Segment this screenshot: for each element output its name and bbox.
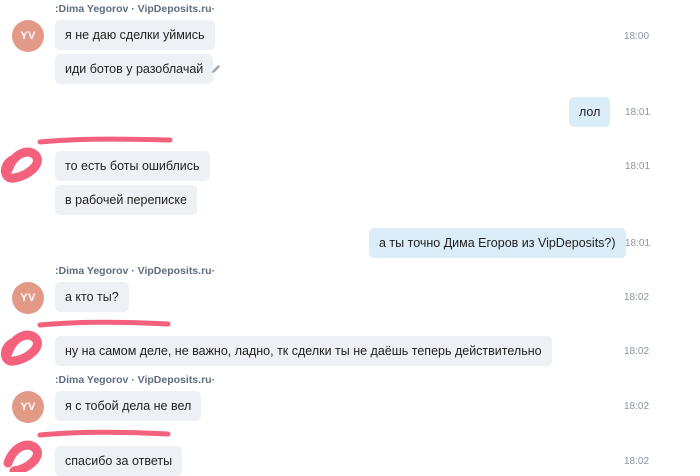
message-time: 18:01 (625, 107, 651, 118)
message-bubble-outgoing: а ты точно Дима Егоров из VipDeposits?) (369, 228, 626, 258)
message-time: 18:02 (624, 292, 650, 303)
message-time: 18:02 (624, 456, 650, 467)
message-bubble: иди ботов у разоблачай (55, 54, 214, 84)
message-time: 18:01 (625, 238, 651, 249)
sender-name[interactable]: :Dima Yegorov · VipDeposits.ru· (55, 3, 215, 15)
edit-pencil-icon[interactable] (210, 63, 222, 75)
sender-name[interactable]: :Dima Yegorov · VipDeposits.ru· (55, 265, 215, 277)
message-bubble: то есть боты ошиблись (55, 151, 210, 181)
sender-name[interactable]: :Dima Yegorov · VipDeposits.ru· (55, 374, 215, 386)
message-bubble: а кто ты? (55, 282, 129, 312)
avatar[interactable]: YV (12, 282, 44, 314)
message-time: 18:02 (624, 401, 650, 412)
message-time: 18:02 (624, 346, 650, 357)
message-bubble: в рабочей переписке (55, 185, 197, 215)
message-time: 18:01 (625, 161, 651, 172)
message-bubble: ну на самом деле, не важно, ладно, тк сд… (55, 336, 552, 366)
avatar[interactable]: YV (12, 391, 44, 423)
message-bubble: я не даю сделки уймись (55, 20, 215, 50)
message-time: 18:00 (624, 31, 650, 42)
avatar[interactable]: YV (12, 20, 44, 52)
message-bubble: я с тобой дела не вел (55, 391, 202, 421)
message-bubble-outgoing: лол (569, 97, 611, 127)
